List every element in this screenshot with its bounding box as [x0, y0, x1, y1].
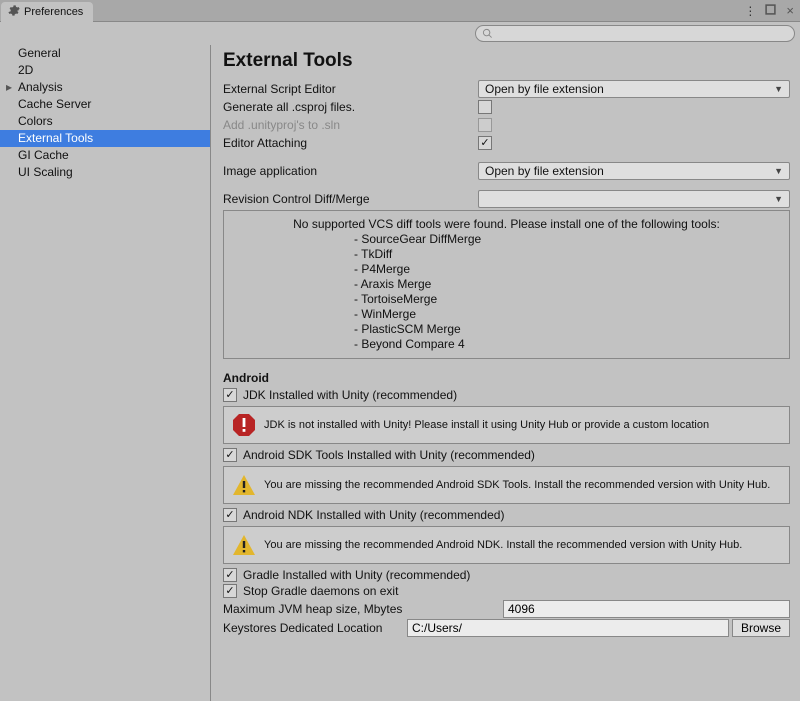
sidebar-item-colors[interactable]: Colors [0, 113, 210, 130]
search-field[interactable] [493, 28, 794, 40]
tab-preferences[interactable]: Preferences [1, 2, 93, 22]
script-editor-label: External Script Editor [223, 82, 478, 96]
sidebar-item-ui-scaling[interactable]: UI Scaling [0, 164, 210, 181]
gradle-checkbox[interactable]: ✓ [223, 568, 237, 582]
keystore-label: Keystores Dedicated Location [223, 621, 407, 635]
keystore-input[interactable] [407, 619, 729, 637]
jdk-label: JDK Installed with Unity (recommended) [243, 388, 457, 402]
chevron-down-icon: ▼ [774, 166, 783, 176]
ndk-label: Android NDK Installed with Unity (recomm… [243, 508, 504, 522]
jdk-alert: JDK is not installed with Unity! Please … [223, 406, 790, 444]
tab-bar: Preferences ⋮ × [0, 0, 800, 22]
sdk-checkbox[interactable]: ✓ [223, 448, 237, 462]
android-heading: Android [223, 371, 790, 385]
stop-gradle-label: Stop Gradle daemons on exit [243, 584, 398, 598]
sidebar-item-general[interactable]: General [0, 45, 210, 62]
sdk-alert: You are missing the recommended Android … [223, 466, 790, 504]
stop-gradle-checkbox[interactable]: ✓ [223, 584, 237, 598]
maximize-icon[interactable] [765, 4, 776, 18]
script-editor-dropdown[interactable]: Open by file extension ▼ [478, 80, 790, 98]
editor-attaching-checkbox[interactable]: ✓ [478, 136, 492, 150]
add-unityproj-label: Add .unityproj's to .sln [223, 118, 478, 132]
image-app-label: Image application [223, 164, 478, 178]
search-input[interactable] [475, 25, 795, 42]
jdk-checkbox[interactable]: ✓ [223, 388, 237, 402]
add-unityproj-checkbox [478, 118, 492, 132]
preferences-window: Preferences ⋮ × General 2D ▸Analysis Cac… [0, 0, 800, 701]
editor-attaching-label: Editor Attaching [223, 136, 478, 150]
sidebar-item-analysis[interactable]: ▸Analysis [0, 79, 210, 96]
chevron-down-icon: ▼ [774, 84, 783, 94]
kebab-menu-icon[interactable]: ⋮ [744, 4, 755, 18]
sidebar-item-gi-cache[interactable]: GI Cache [0, 147, 210, 164]
ndk-alert: You are missing the recommended Android … [223, 526, 790, 564]
tab-label: Preferences [24, 6, 83, 18]
warning-icon [232, 533, 256, 557]
sidebar-item-external-tools[interactable]: External Tools [0, 130, 210, 147]
main-panel: External Tools External Script Editor Op… [211, 45, 800, 701]
sdk-label: Android SDK Tools Installed with Unity (… [243, 448, 535, 462]
sidebar: General 2D ▸Analysis Cache Server Colors… [0, 45, 211, 701]
generate-csproj-label: Generate all .csproj files. [223, 100, 478, 114]
gear-icon [7, 4, 20, 20]
search-row [0, 22, 800, 45]
browse-button[interactable]: Browse [732, 619, 790, 637]
gradle-label: Gradle Installed with Unity (recommended… [243, 568, 470, 582]
diff-info-box: No supported VCS diff tools were found. … [223, 210, 790, 359]
diff-merge-label: Revision Control Diff/Merge [223, 192, 478, 206]
chevron-right-icon: ▸ [6, 79, 18, 95]
sidebar-item-cache-server[interactable]: Cache Server [0, 96, 210, 113]
generate-csproj-checkbox[interactable] [478, 100, 492, 114]
page-title: External Tools [223, 50, 790, 80]
close-icon[interactable]: × [786, 3, 794, 18]
warning-icon [232, 473, 256, 497]
error-icon [232, 413, 256, 437]
sidebar-item-2d[interactable]: 2D [0, 62, 210, 79]
search-icon [482, 28, 493, 39]
image-app-dropdown[interactable]: Open by file extension ▼ [478, 162, 790, 180]
ndk-checkbox[interactable]: ✓ [223, 508, 237, 522]
diff-merge-dropdown[interactable]: ▼ [478, 190, 790, 208]
chevron-down-icon: ▼ [774, 194, 783, 204]
heap-label: Maximum JVM heap size, Mbytes [223, 602, 503, 616]
heap-input[interactable] [503, 600, 790, 618]
